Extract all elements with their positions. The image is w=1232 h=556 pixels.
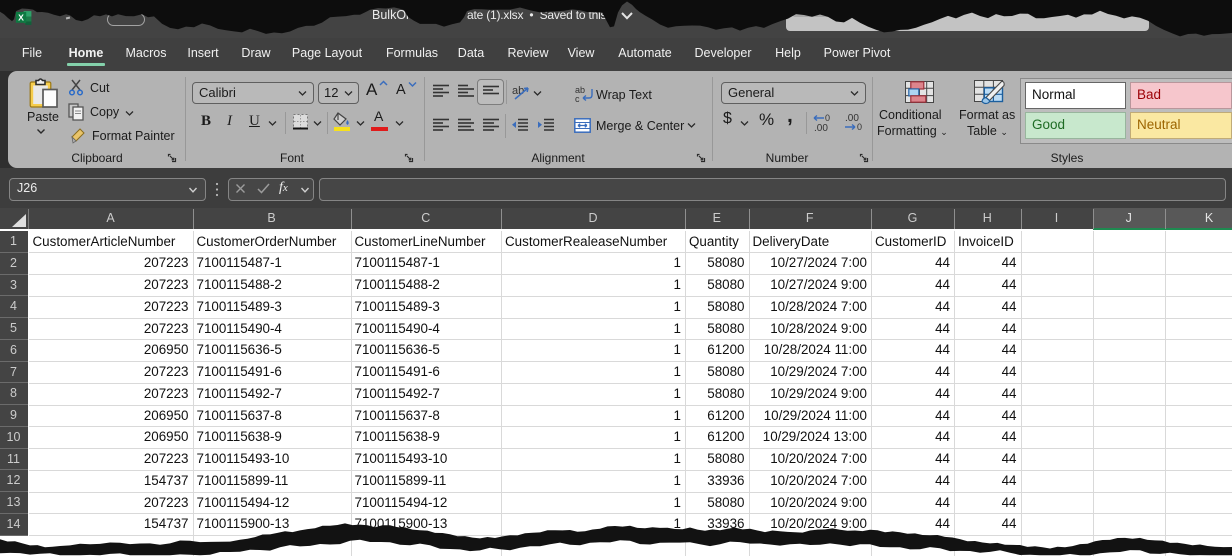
svg-text:.00: .00: [814, 123, 828, 132]
svg-text:ab: ab: [512, 85, 524, 97]
svg-text:0: 0: [825, 113, 830, 123]
svg-text:c: c: [575, 94, 580, 103]
svg-text:0: 0: [857, 122, 862, 132]
